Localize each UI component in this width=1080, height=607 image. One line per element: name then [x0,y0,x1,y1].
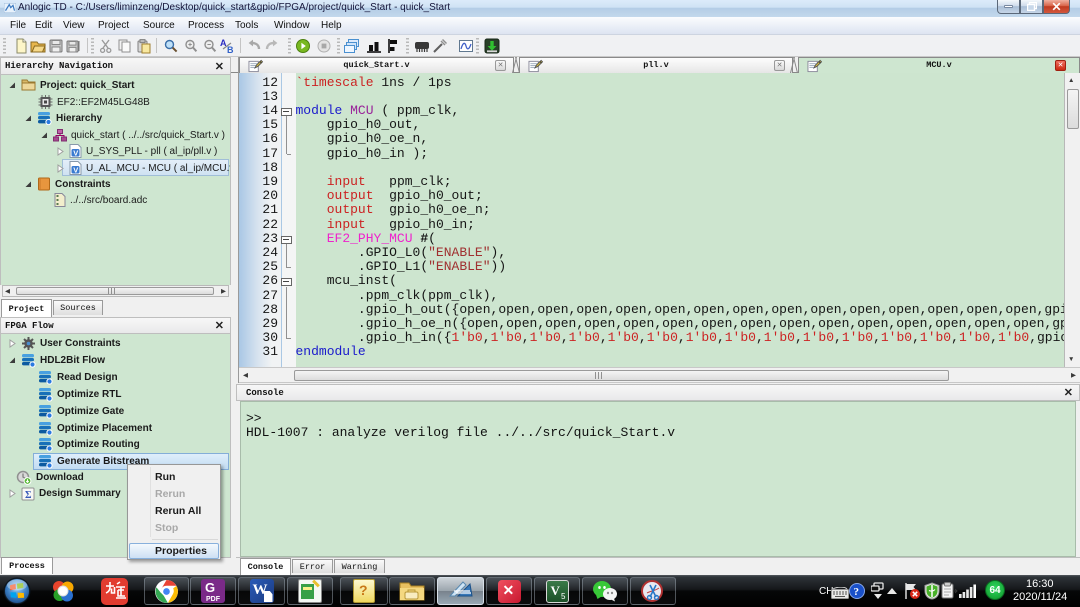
svg-text:?: ? [854,586,860,598]
svg-text:V: V [73,165,78,174]
svg-text:Σ: Σ [25,490,32,501]
svg-text:V: V [73,148,78,157]
svg-text:B: B [227,45,234,54]
